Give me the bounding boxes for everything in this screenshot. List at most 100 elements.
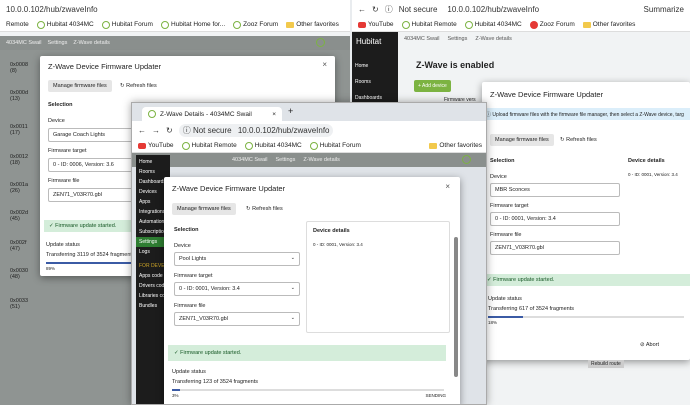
bookmark-zooz-forum[interactable]: Zooz Forum — [529, 20, 575, 29]
reload-icon[interactable]: ↻ — [166, 126, 173, 135]
folder-icon — [429, 142, 438, 149]
left-address-bar[interactable]: 10.0.0.102/hub/zwaveInfo — [0, 0, 350, 18]
bookmark-hubitat-4034mc[interactable]: Hubitat 4034MC — [36, 20, 94, 29]
breadcrumb-hub[interactable]: 4034MC Swail — [232, 157, 267, 163]
bookmark-other-favorites[interactable]: Other favorites — [286, 21, 339, 28]
firmware-target-label: Firmware target — [48, 148, 87, 154]
hubitat-icon — [464, 20, 473, 29]
right-firmware-modal: Z-Wave Device Firmware Updater ⓘ Upload … — [482, 82, 690, 360]
refresh-files-link[interactable]: ↻ Refresh files — [560, 137, 597, 143]
left-bookmarks-bar: Remote Hubitat 4034MC Hubitat Forum Hubi… — [0, 18, 350, 32]
progress-bar — [172, 389, 444, 391]
bookmark-hubitat-4034mc[interactable]: Hubitat 4034MC — [244, 141, 302, 150]
bookmark-youtube[interactable]: YouTube — [358, 21, 394, 28]
firmware-file-label: Firmware file — [490, 232, 522, 238]
device-details-heading: Device details — [628, 158, 665, 164]
breadcrumb-settings[interactable]: Settings — [275, 157, 295, 163]
sidebar-item-rooms[interactable]: Rooms — [352, 77, 398, 87]
youtube-icon — [358, 21, 366, 28]
breadcrumb-zwave: Z-Wave details — [475, 36, 512, 42]
node-id: 0x000d (13) — [10, 90, 29, 102]
youtube-icon — [138, 142, 146, 149]
bookmark-zooz-forum[interactable]: Zooz Forum — [233, 20, 278, 29]
firmware-target-label: Firmware target — [490, 203, 529, 209]
device-select[interactable]: MBR Sconces — [490, 183, 620, 197]
add-device-button[interactable]: + Add device — [414, 80, 451, 92]
bookmark-remote[interactable]: Remote — [6, 21, 29, 28]
bookmark-youtube[interactable]: YouTube — [138, 142, 174, 149]
left-page-header: 4034MC Swail Settings Z-Wave details — [0, 36, 350, 50]
breadcrumb-zwave: Z-Wave details — [303, 157, 340, 163]
hubitat-icon — [101, 20, 110, 29]
hubitat-icon — [36, 20, 45, 29]
device-label: Device — [490, 174, 507, 180]
middle-gear-icon[interactable] — [462, 155, 471, 164]
device-select[interactable]: Pool Lights ⌄ — [174, 252, 300, 266]
summarize-button[interactable]: Summarize — [644, 5, 684, 14]
reload-icon[interactable]: ↻ — [372, 5, 379, 14]
selection-heading: Selection — [490, 158, 515, 164]
manage-firmware-button[interactable]: Manage firmware files — [490, 134, 554, 146]
manage-firmware-button[interactable]: Manage firmware files — [48, 80, 112, 92]
back-icon[interactable]: ← — [358, 5, 366, 14]
rebuild-route-button[interactable]: Rebuild route — [588, 360, 624, 368]
hubitat-icon — [148, 110, 156, 118]
firmware-file-select[interactable]: ZEN71_V03R70.gbl ⌄ — [174, 312, 300, 326]
close-icon[interactable]: × — [322, 60, 327, 69]
transfer-status: Transferring 123 of 3524 fragments — [172, 379, 259, 385]
breadcrumb-hub[interactable]: 4034MC Swail — [404, 36, 439, 42]
breadcrumb-settings[interactable]: Settings — [47, 40, 67, 46]
new-tab-button[interactable]: + — [288, 106, 293, 116]
progress-percent: 3% — [172, 393, 179, 398]
update-status-label: Update status — [488, 296, 522, 302]
sidebar-item-home[interactable]: Home — [136, 157, 170, 167]
tab-zwave-details[interactable]: Z-Wave Details - 4034MC Swail × — [142, 107, 282, 121]
node-id: 0x002d (45) — [10, 210, 29, 222]
modal-title: Z-Wave Device Firmware Updater — [490, 90, 604, 99]
forward-icon[interactable]: → — [152, 126, 160, 135]
breadcrumb-settings[interactable]: Settings — [447, 36, 467, 42]
manage-firmware-button[interactable]: Manage firmware files — [172, 203, 236, 215]
back-icon[interactable]: ← — [138, 126, 146, 135]
close-icon[interactable]: × — [445, 182, 450, 191]
middle-address-bar[interactable]: ← → ↻ ⓘ Not secure 10.0.0.102/hub/zwaveI… — [132, 121, 486, 139]
device-details-text: 0 - ID: 0001, Version: 3.4 — [313, 242, 363, 247]
bookmark-hubitat-4034mc[interactable]: Hubitat 4034MC — [464, 20, 522, 29]
firmware-target-select[interactable]: 0 - ID: 0001, Version: 3.4 — [490, 212, 620, 226]
bookmark-hubitat-remote[interactable]: Hubitat Remote — [181, 141, 237, 150]
refresh-files-link[interactable]: ↻ Refresh files — [120, 83, 157, 89]
right-breadcrumb: 4034MC Swail Settings Z-Wave details — [404, 36, 512, 42]
breadcrumb-hub[interactable]: 4034MC Swail — [6, 40, 41, 46]
refresh-files-link[interactable]: ↻ Refresh files — [246, 206, 283, 212]
middle-browser-window: Z-Wave Details - 4034MC Swail × + ← → ↻ … — [131, 102, 487, 405]
bookmark-hubitat-forum[interactable]: Hubitat Forum — [309, 141, 361, 150]
node-id: 0x0011 (17) — [10, 124, 28, 136]
sidebar-item-home[interactable]: Home — [352, 61, 398, 71]
right-url[interactable]: 10.0.0.102/hub/zwaveInfo — [447, 5, 539, 14]
node-id: 0x0012 (18) — [10, 154, 29, 166]
bookmark-hubitat-home[interactable]: Hubitat Home for... — [160, 20, 225, 29]
bookmark-other-favorites[interactable]: Other favorites — [582, 21, 635, 28]
abort-button[interactable]: ⊘ Abort — [640, 342, 659, 348]
not-secure-label: ⓘ Not secure 10.0.0.102/hub/zwaveInfo — [178, 123, 334, 137]
bookmark-hubitat-remote[interactable]: Hubitat Remote — [401, 20, 457, 29]
sidebar-item-rooms[interactable]: Rooms — [136, 167, 170, 177]
firmware-file-select[interactable]: ZEN71_V03R70.gbl — [490, 241, 620, 255]
middle-url[interactable]: 10.0.0.102/hub/zwaveInfo — [238, 126, 330, 135]
chevron-down-icon: ⌄ — [290, 285, 295, 291]
update-status-label: Update status — [172, 369, 206, 375]
bookmark-hubitat-forum[interactable]: Hubitat Forum — [101, 20, 153, 29]
left-gear-icon[interactable] — [316, 38, 325, 47]
bookmark-other-favorites[interactable]: Other favorites — [429, 142, 482, 149]
firmware-target-select[interactable]: 0 - ID: 0001, Version: 3.4 ⌄ — [174, 282, 300, 296]
firmware-file-label: Firmware file — [48, 178, 80, 184]
close-tab-icon[interactable]: × — [272, 111, 276, 118]
modal-scrollbar[interactable] — [454, 237, 458, 377]
device-details-text: 0 - ID: 0001, Version: 3.4 — [628, 172, 678, 177]
folder-icon — [582, 21, 591, 28]
hubitat-icon — [244, 141, 253, 150]
left-url[interactable]: 10.0.0.102/hub/zwaveInfo — [6, 5, 98, 14]
hubitat-icon — [401, 20, 410, 29]
device-label: Device — [48, 118, 65, 124]
right-address-bar[interactable]: ← ↻ ⓘ Not secure 10.0.0.102/hub/zwaveInf… — [352, 0, 690, 18]
